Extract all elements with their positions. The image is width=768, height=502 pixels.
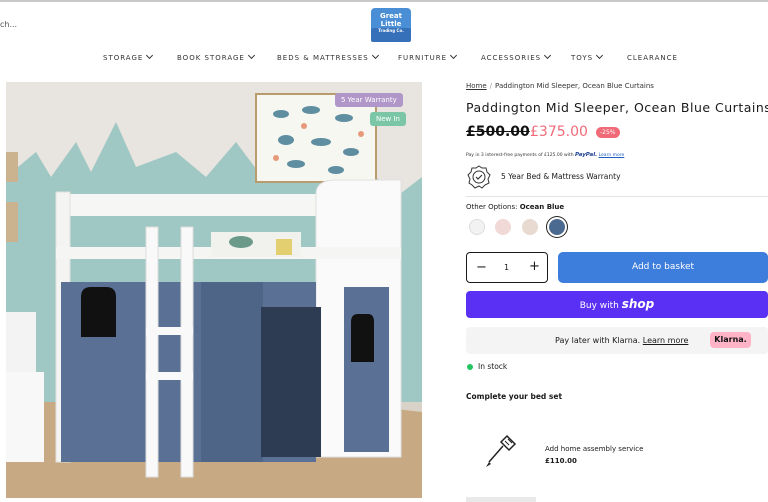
nav-item-label: ACCESSORIES <box>481 54 542 62</box>
buy-with-label: Buy with <box>579 301 619 311</box>
warranty-text: 5 Year Bed & Mattress Warranty <box>501 172 621 181</box>
new-in-badge: New In <box>370 112 406 126</box>
discount-badge: -25% <box>596 127 620 138</box>
bottom-element-stub <box>466 497 536 502</box>
badge-check-icon <box>467 165 491 189</box>
qty-increase-button[interactable]: + <box>529 259 540 274</box>
chevron-down-icon <box>544 51 552 60</box>
swatch-pink[interactable] <box>495 219 511 235</box>
nav-item-label: BEDS & MATTRESSES <box>277 54 369 62</box>
swatch-white[interactable] <box>469 219 485 235</box>
product-image[interactable] <box>6 82 422 498</box>
klarna-label: Pay later with Klarna. <box>555 336 641 345</box>
quantity-input[interactable]: 1 <box>504 263 509 272</box>
klarna-banner[interactable]: Pay later with Klarna. Learn more Klarna… <box>466 327 768 354</box>
main-nav: STORAGE BOOK STORAGE BEDS & MATTRESSES F… <box>0 51 768 66</box>
price-sale: £375.00 <box>530 124 588 140</box>
nav-item-label: FURNITURE <box>398 54 448 62</box>
screwdriver-icon <box>486 434 517 467</box>
assembly-service-price: £110.00 <box>545 457 577 465</box>
buy-with-shop-button[interactable]: Buy with shop <box>466 291 768 318</box>
assembly-service-label: Add home assembly service <box>545 445 644 453</box>
price-original: £500.00 <box>466 124 530 140</box>
paypal-text: Pay in 3 interest-free payments of £125.… <box>466 153 574 158</box>
chevron-down-icon <box>146 51 154 60</box>
breadcrumb-home[interactable]: Home <box>466 82 487 90</box>
klarna-text: Pay later with Klarna. Learn more <box>555 336 688 345</box>
paypal-installments: Pay in 3 interest-free payments of £125.… <box>466 152 624 158</box>
nav-item-label: CLEARANCE <box>627 54 678 62</box>
swatch-ocean-blue[interactable] <box>549 219 565 235</box>
nav-item-toys[interactable]: TOYS <box>571 51 604 62</box>
search-input-stub[interactable]: ch... <box>0 20 17 29</box>
paypal-learn-more-link[interactable]: Learn more <box>599 153 625 158</box>
quantity-stepper: − 1 + <box>466 252 548 283</box>
chevron-down-icon <box>247 51 255 60</box>
nav-item-accessories[interactable]: ACCESSORIES <box>481 51 552 62</box>
nav-item-beds-mattresses[interactable]: BEDS & MATTRESSES <box>277 51 379 62</box>
paypal-logo: PayPal. <box>575 152 598 158</box>
nav-item-label: TOYS <box>571 54 594 62</box>
warranty-badge: 5 Year Warranty <box>335 93 403 107</box>
other-options-label: Other Options: Ocean Blue <box>466 203 564 211</box>
options-label-prefix: Other Options: <box>466 203 518 211</box>
klarna-logo: Klarna. <box>710 332 751 348</box>
add-to-basket-button[interactable]: Add to basket <box>558 252 768 283</box>
nav-item-clearance[interactable]: CLEARANCE <box>627 54 678 62</box>
stock-status: In stock <box>478 362 508 371</box>
stock-indicator-icon <box>467 364 473 370</box>
nav-item-label: BOOK STORAGE <box>177 54 245 62</box>
top-border <box>0 0 768 2</box>
logo-line: Little <box>380 20 402 28</box>
complete-bed-set-heading: Complete your bed set <box>466 392 563 401</box>
breadcrumb-current: Paddington Mid Sleeper, Ocean Blue Curta… <box>495 82 654 90</box>
logo-line: Great <box>379 12 402 20</box>
breadcrumb: Home / Paddington Mid Sleeper, Ocean Blue … <box>466 82 654 90</box>
nav-item-label: STORAGE <box>103 54 144 62</box>
product-title: Paddington Mid Sleeper, Ocean Blue Curta… <box>466 100 768 115</box>
nav-item-book-storage[interactable]: BOOK STORAGE <box>177 51 255 62</box>
logo-text: Great Little Trading Co. <box>372 12 410 33</box>
chevron-down-icon <box>449 51 458 60</box>
klarna-learn-more-link[interactable]: Learn more <box>643 336 689 345</box>
nav-item-storage[interactable]: STORAGE <box>103 51 154 62</box>
breadcrumb-separator: / <box>489 82 493 90</box>
swatch-beige[interactable] <box>522 219 538 235</box>
divider <box>466 196 768 197</box>
logo-line: Trading Co. <box>378 28 404 33</box>
shop-logo: shop <box>621 297 655 311</box>
nav-item-furniture[interactable]: FURNITURE <box>398 51 458 62</box>
qty-decrease-button[interactable]: − <box>476 260 487 275</box>
chevron-down-icon <box>371 51 379 60</box>
chevron-down-icon <box>596 51 604 60</box>
options-selected-value: Ocean Blue <box>519 203 565 211</box>
